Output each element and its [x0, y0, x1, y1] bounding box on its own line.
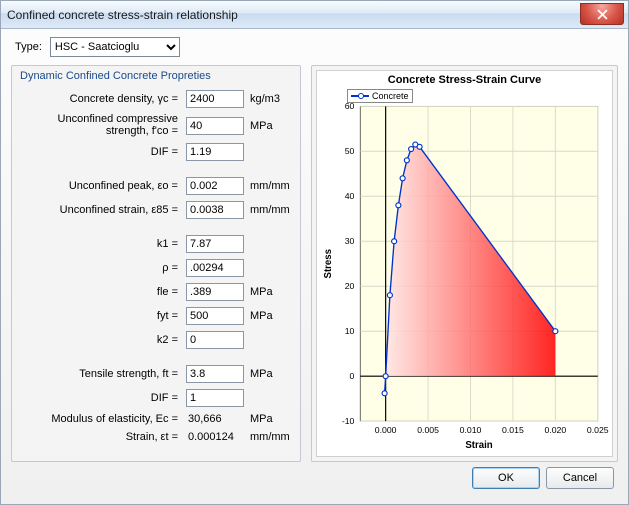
label-fle: fle =	[20, 286, 180, 298]
input-fyt[interactable]	[186, 307, 244, 325]
input-dif[interactable]	[186, 143, 244, 161]
window-title: Confined concrete stress-strain relation…	[7, 8, 238, 22]
label-k2: k2 =	[20, 334, 180, 346]
unit-fyt: MPa	[250, 310, 292, 322]
label-p: ρ =	[20, 262, 180, 274]
unit-fle: MPa	[250, 286, 292, 298]
ok-button[interactable]: OK	[472, 467, 540, 489]
svg-text:0.005: 0.005	[417, 425, 439, 435]
label-dif2: DIF =	[20, 392, 180, 404]
value-ec: 30,666	[186, 413, 244, 425]
label-e85: Unconfined strain, ε85 =	[20, 204, 180, 216]
chart-legend: Concrete	[347, 89, 413, 103]
input-fco[interactable]	[186, 117, 244, 135]
svg-text:0.020: 0.020	[544, 425, 566, 435]
svg-text:20: 20	[345, 281, 355, 291]
input-k2[interactable]	[186, 331, 244, 349]
label-et: Strain, εt =	[20, 431, 180, 443]
unit-et: mm/mm	[250, 431, 292, 443]
svg-text:-10: -10	[342, 416, 355, 426]
input-fle[interactable]	[186, 283, 244, 301]
label-fco: Unconfined compressive strength, f'co =	[20, 114, 180, 137]
unit-yc: kg/m3	[250, 93, 292, 105]
close-button[interactable]	[580, 3, 624, 25]
label-eo: Unconfined peak, εo =	[20, 180, 180, 192]
dialog-body: Type: HSC - Saatcioglu Dynamic Confined …	[1, 29, 628, 504]
chart-group: Concrete Stress-Strain Curve Concrete 0.…	[311, 65, 618, 462]
unit-e85: mm/mm	[250, 204, 292, 216]
titlebar: Confined concrete stress-strain relation…	[1, 1, 628, 29]
dialog-footer: OK Cancel	[11, 462, 618, 494]
label-yc: Concrete density, γc =	[20, 93, 180, 105]
label-fyt: fyt =	[20, 310, 180, 322]
chart-plot: 0.000 0.005 0.010 0.015 0.020 0.025 -10 0 10 20 30…	[317, 87, 612, 454]
cancel-button[interactable]: Cancel	[546, 467, 614, 489]
input-p[interactable]	[186, 259, 244, 277]
label-ft: Tensile strength, ft =	[20, 368, 180, 380]
input-yc[interactable]	[186, 90, 244, 108]
svg-text:50: 50	[345, 146, 355, 156]
input-e85[interactable]	[186, 201, 244, 219]
dialog-window: Confined concrete stress-strain relation…	[0, 0, 629, 505]
svg-text:0.015: 0.015	[502, 425, 524, 435]
input-eo[interactable]	[186, 177, 244, 195]
svg-text:Strain: Strain	[465, 440, 492, 451]
legend-label: Concrete	[372, 91, 409, 101]
properties-form: Concrete density, γc = kg/m3 Unconfined …	[20, 90, 292, 443]
type-row: Type: HSC - Saatcioglu	[11, 37, 618, 57]
unit-fco: MPa	[250, 120, 292, 132]
svg-text:Stress: Stress	[323, 249, 334, 278]
svg-text:30: 30	[345, 236, 355, 246]
type-label: Type:	[15, 41, 42, 53]
unit-eo: mm/mm	[250, 180, 292, 192]
value-et: 0.000124	[186, 431, 244, 443]
input-k1[interactable]	[186, 235, 244, 253]
unit-ft: MPa	[250, 368, 292, 380]
label-ec: Modulus of elasticity, Ec =	[20, 413, 180, 425]
input-ft[interactable]	[186, 365, 244, 383]
close-icon	[597, 9, 608, 20]
svg-text:10: 10	[345, 326, 355, 336]
svg-text:0.010: 0.010	[460, 425, 482, 435]
svg-text:0: 0	[350, 371, 355, 381]
group-title: Dynamic Confined Concrete Propreties	[20, 70, 292, 82]
chart-holder: Concrete Stress-Strain Curve Concrete 0.…	[316, 70, 613, 457]
main-area: Dynamic Confined Concrete Propreties Con…	[11, 65, 618, 462]
unit-ec: MPa	[250, 413, 292, 425]
label-k1: k1 =	[20, 238, 180, 250]
label-dif: DIF =	[20, 146, 180, 158]
svg-text:0.025: 0.025	[587, 425, 609, 435]
legend-swatch-icon	[351, 95, 369, 97]
type-select[interactable]: HSC - Saatcioglu	[50, 37, 180, 57]
properties-group: Dynamic Confined Concrete Propreties Con…	[11, 65, 301, 462]
chart-title: Concrete Stress-Strain Curve	[317, 71, 612, 87]
svg-text:40: 40	[345, 191, 355, 201]
input-dif2[interactable]	[186, 389, 244, 407]
svg-text:0.000: 0.000	[375, 425, 397, 435]
